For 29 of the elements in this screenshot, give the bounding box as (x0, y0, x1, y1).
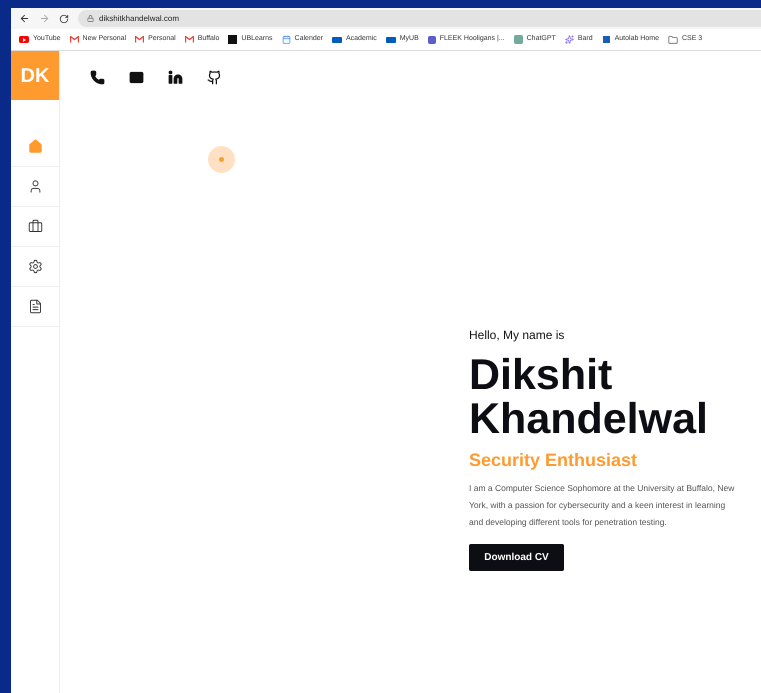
lock-icon (87, 15, 94, 22)
phone-icon[interactable] (90, 70, 105, 84)
cursor-icon (208, 146, 235, 173)
document-icon (28, 299, 42, 314)
greeting-text: Hello, My name is (469, 327, 566, 344)
folder-icon (668, 34, 678, 44)
back-icon[interactable] (19, 13, 30, 24)
address-bar[interactable]: dikshitkhandelwal.com (78, 10, 761, 27)
download-cv-button[interactable]: Download CV (469, 544, 564, 571)
name-heading: Dikshit (469, 353, 614, 397)
github-icon[interactable] (207, 70, 222, 84)
settings-icon (28, 259, 42, 274)
mail-icon[interactable] (129, 70, 144, 84)
bio-paragraph: I am a Computer Science Sophomore at the University at Buffalo, New York, with a passion for cybersecurity and a keen interest in learning and developing different tools for penetration testing. (469, 482, 736, 529)
linkedin-icon[interactable] (168, 70, 183, 84)
play-icon (19, 36, 29, 43)
calendar-icon (282, 35, 291, 44)
briefcase-icon (28, 219, 42, 234)
envelope-icon (184, 36, 194, 43)
envelope-icon (135, 36, 144, 43)
home-icon (28, 139, 42, 154)
role-subtitle: Security Enthusiast (469, 449, 638, 472)
user-icon (28, 179, 42, 194)
sparkle-icon (564, 35, 574, 44)
square-icon (228, 35, 238, 44)
reload-icon[interactable] (59, 14, 69, 24)
envelope-icon (70, 36, 79, 43)
name-heading: Khandelwal (469, 397, 709, 441)
url-text: dikshitkhandelwal.com (99, 12, 180, 24)
